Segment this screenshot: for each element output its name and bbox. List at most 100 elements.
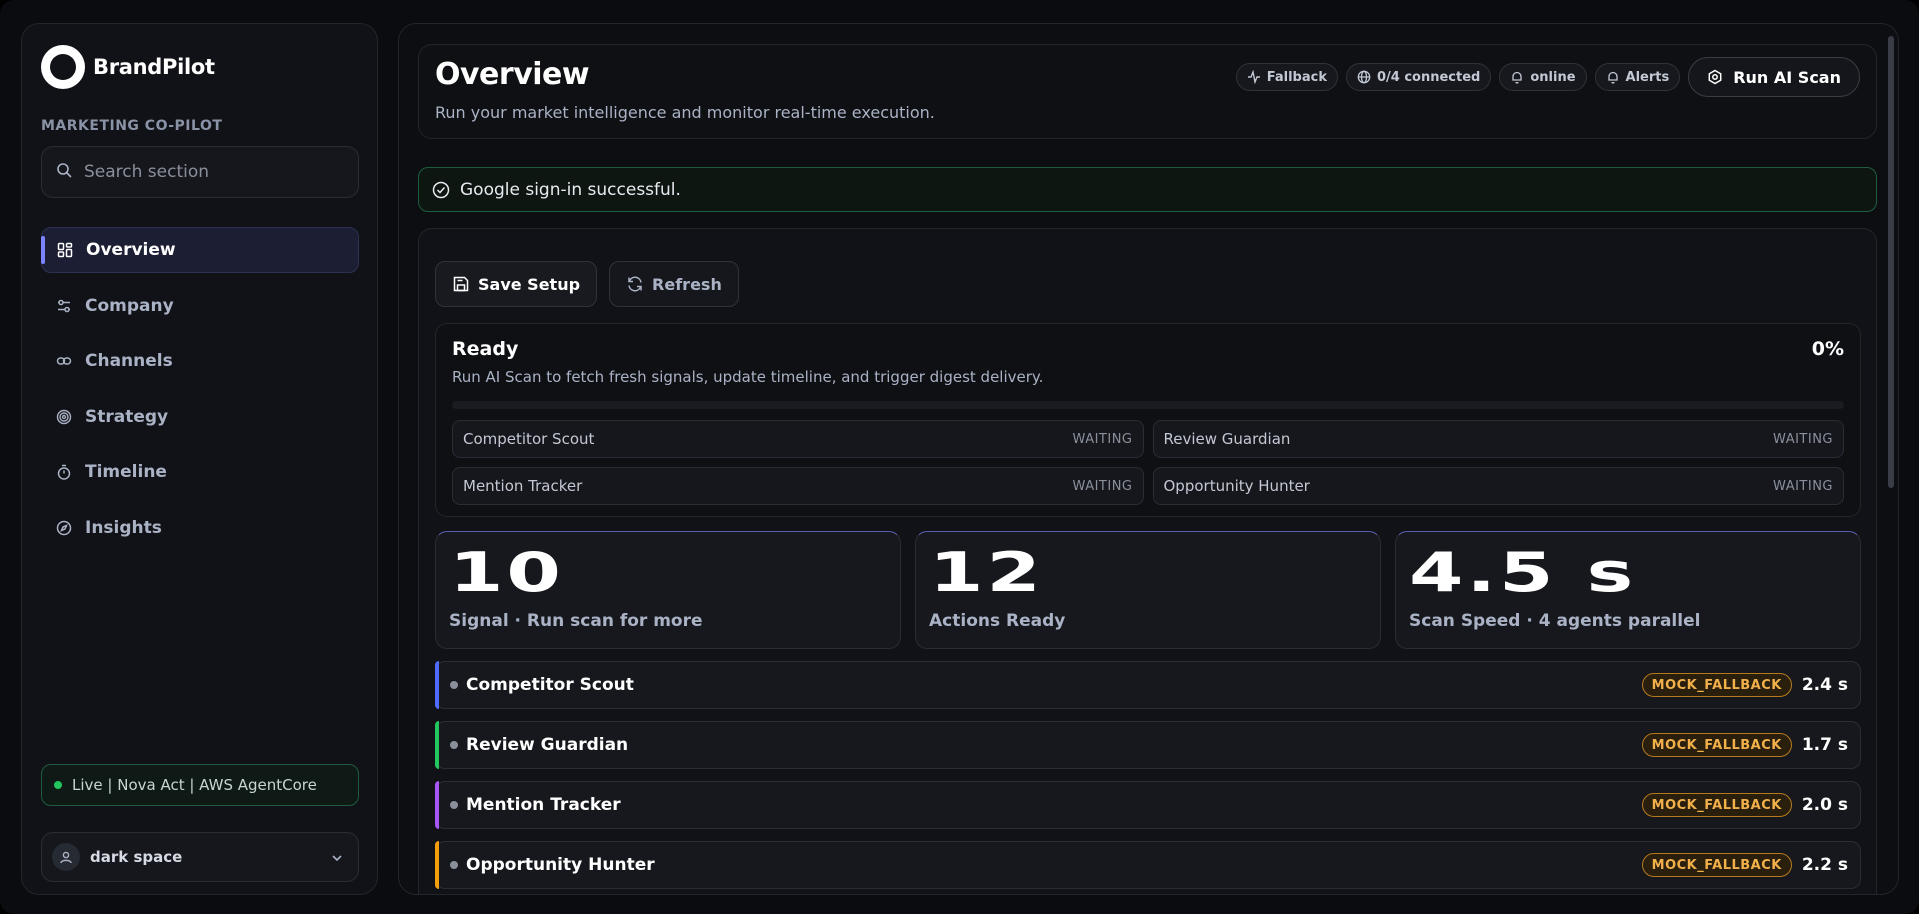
status-dot-icon [450,741,458,749]
agent-state: WAITING [1072,431,1133,447]
stat-cards: 10 Signal · Run scan for more 12 Actions… [435,531,1861,649]
run-duration: 2.0 s [1801,795,1848,815]
list-item[interactable]: Opportunity Hunter MOCK_FALLBACK 2.2 s [435,841,1861,889]
scrollbar[interactable] [1888,36,1894,488]
sidebar-item-overview[interactable]: Overview [41,227,359,273]
connections-chip[interactable]: 0/4 connected [1345,63,1492,91]
stat-label: Signal · Run scan for more [449,611,703,631]
main-content: Overview Run your market intelligence an… [398,23,1899,895]
status-title: Ready [452,338,519,360]
live-status-text: Live | Nova Act | AWS AgentCore [72,776,317,794]
search-icon [56,162,72,182]
chip-label: online [1530,69,1576,85]
save-setup-label: Save Setup [478,274,581,294]
agent-status-item: Mention Tracker WAITING [452,467,1144,505]
accent-bar [435,781,439,829]
agent-state: WAITING [1773,478,1833,494]
sidebar-item-label: Channels [85,351,173,372]
search-box[interactable] [41,146,359,198]
run-ai-scan-button[interactable]: Run AI Scan [1688,57,1860,97]
chip-label: Alerts [1625,69,1670,85]
brand[interactable]: BrandPilot [41,45,215,89]
refresh-icon [626,275,644,293]
agent-state: WAITING [1072,478,1133,494]
agent-name: Competitor Scout [463,430,595,448]
sidebar: BrandPilot MARKETING CO-PILOT Overview C… [21,23,378,895]
run-name: Competitor Scout [466,675,634,695]
agent-name: Mention Tracker [463,477,583,495]
agent-status-grid: Competitor Scout WAITING Review Guardian… [452,420,1844,505]
check-circle-icon [432,181,450,199]
avatar [52,843,80,871]
user-menu[interactable]: dark space [41,832,359,882]
agent-run-list: Competitor Scout MOCK_FALLBACK 2.4 s Rev… [435,661,1861,894]
sidebar-item-insights[interactable]: Insights [41,505,359,551]
accent-bar [435,721,439,769]
hexagon-icon [1707,69,1723,85]
bell-icon [1510,70,1524,84]
refresh-button[interactable]: Refresh [609,261,739,307]
run-name: Opportunity Hunter [466,855,655,875]
activity-icon [1247,70,1261,84]
status-percent: 0% [1811,338,1844,360]
list-item[interactable]: Competitor Scout MOCK_FALLBACK 2.4 s [435,661,1861,709]
dashboard-icon [56,241,74,259]
sidebar-item-label: Company [85,295,174,316]
scan-status-card: Ready 0% Run AI Scan to fetch fresh sign… [435,323,1861,517]
status-badge: MOCK_FALLBACK [1641,733,1792,757]
link-icon [55,352,73,370]
app-window: BrandPilot MARKETING CO-PILOT Overview C… [0,0,1919,914]
run-name: Review Guardian [466,735,629,755]
user-name: dark space [90,848,183,866]
agent-status-item: Opportunity Hunter WAITING [1152,467,1844,505]
status-description: Run AI Scan to fetch fresh signals, upda… [452,368,1044,386]
list-item[interactable]: Review Guardian MOCK_FALLBACK 1.7 s [435,721,1861,769]
online-chip[interactable]: online [1499,63,1587,91]
agent-name: Opportunity Hunter [1163,477,1310,495]
banner-text: Google sign-in successful. [460,179,681,200]
status-dot-icon [450,861,458,869]
stat-card-actions: 12 Actions Ready [915,531,1381,649]
status-dot-icon [450,681,458,689]
success-banner: Google sign-in successful. [418,167,1877,212]
status-badge: MOCK_FALLBACK [1641,793,1792,817]
run-ai-scan-label: Run AI Scan [1733,67,1841,87]
status-dot-icon [450,801,458,809]
save-setup-button[interactable]: Save Setup [435,261,598,307]
sidebar-item-channels[interactable]: Channels [41,338,359,384]
sidebar-item-label: Insights [85,517,162,538]
status-dot-icon [54,781,62,789]
target-icon [55,408,73,426]
sidebar-item-timeline[interactable]: Timeline [41,449,359,495]
page-subtitle: Run your market intelligence and monitor… [435,103,935,122]
globe-icon [1357,70,1371,84]
agent-name: Review Guardian [1163,430,1291,448]
save-icon [452,275,470,293]
run-duration: 1.7 s [1801,735,1848,755]
brand-subtitle: MARKETING CO-PILOT [41,118,223,134]
stat-label: Scan Speed · 4 agents parallel [1409,611,1701,631]
page-header: Overview Run your market intelligence an… [418,44,1877,139]
accent-bar [435,661,439,709]
stat-card-signals: 10 Signal · Run scan for more [435,531,901,649]
agent-status-item: Review Guardian WAITING [1152,420,1844,458]
brand-name: BrandPilot [93,55,215,79]
sidebar-item-label: Strategy [85,406,169,427]
refresh-label: Refresh [652,274,722,294]
run-duration: 2.2 s [1801,855,1848,875]
sidebar-nav: Overview Company Channels Strategy Timel… [41,227,359,561]
fallback-chip[interactable]: Fallback [1235,63,1338,91]
alerts-chip[interactable]: Alerts [1594,63,1681,91]
bell-icon [1606,70,1620,84]
page-title: Overview [435,57,590,92]
status-badge: MOCK_FALLBACK [1641,853,1792,877]
chevron-down-icon [330,850,344,869]
agent-status-item: Competitor Scout WAITING [452,420,1144,458]
stat-value: 4.5 s [1409,541,1637,604]
list-item[interactable]: Mention Tracker MOCK_FALLBACK 2.0 s [435,781,1861,829]
sidebar-item-strategy[interactable]: Strategy [41,394,359,440]
search-input[interactable] [84,162,334,182]
chip-label: Fallback [1266,69,1327,85]
run-name: Mention Tracker [466,795,621,815]
sidebar-item-company[interactable]: Company [41,283,359,329]
